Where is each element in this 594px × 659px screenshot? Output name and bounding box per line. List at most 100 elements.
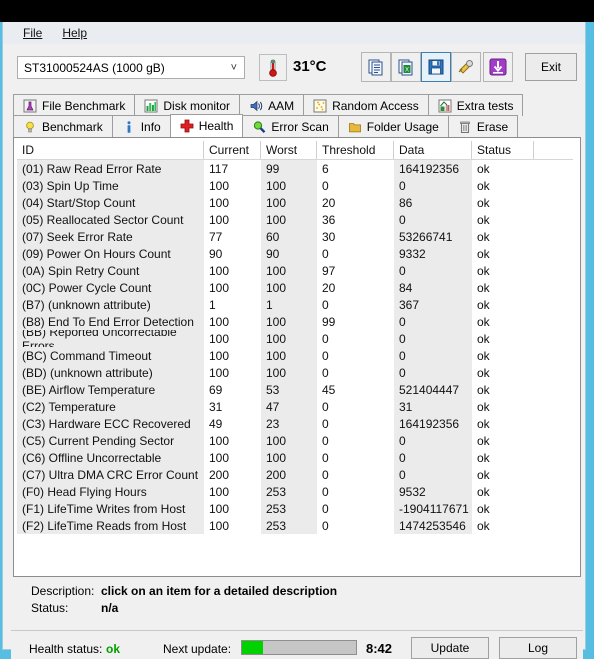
smart-attributes-grid[interactable]: ID Current Worst Threshold Data Status (… bbox=[17, 141, 573, 573]
save-icon bbox=[428, 59, 444, 75]
table-row[interactable]: (C5) Current Pending Sector 100 100 0 0 ok bbox=[17, 432, 573, 449]
table-cell-data: 164192356 bbox=[394, 415, 472, 432]
description-value: click on an item for a detailed descript… bbox=[101, 584, 338, 598]
tab-disk-monitor[interactable]: Disk monitor bbox=[134, 94, 241, 116]
tab-erase[interactable]: Erase bbox=[447, 115, 519, 137]
table-cell-id: (05) Reallocated Sector Count bbox=[17, 211, 204, 228]
table-row[interactable]: (BE) Airflow Temperature 69 53 45 521404447 o… bbox=[17, 381, 573, 398]
table-cell-status: ok bbox=[472, 313, 534, 330]
table-cell-current: 100 bbox=[204, 483, 261, 500]
export-excel-button[interactable]: X bbox=[391, 52, 421, 82]
table-row[interactable]: (0C) Power Cycle Count 100 100 20 84 ok bbox=[17, 279, 573, 296]
tab-info[interactable]: Info bbox=[111, 115, 171, 137]
exit-button[interactable]: Exit bbox=[525, 53, 577, 81]
copy-report-button[interactable] bbox=[361, 52, 391, 82]
table-row[interactable]: (09) Power On Hours Count 90 90 0 9332 ok bbox=[17, 245, 573, 262]
table-row[interactable]: (05) Reallocated Sector Count 100 100 36 0 ok bbox=[17, 211, 573, 228]
table-cell-status: ok bbox=[472, 466, 534, 483]
column-header-data[interactable]: Data bbox=[394, 141, 472, 159]
column-header-worst[interactable]: Worst bbox=[261, 141, 317, 159]
tab-label: AAM bbox=[268, 98, 295, 113]
table-cell-worst: 253 bbox=[261, 500, 317, 517]
tab-benchmark[interactable]: Benchmark bbox=[13, 115, 113, 137]
menu-help[interactable]: Help bbox=[52, 24, 97, 42]
table-row[interactable]: (C2) Temperature 31 47 0 31 ok bbox=[17, 398, 573, 415]
grid-vertical-scrollbar[interactable] bbox=[571, 141, 573, 573]
menu-file-label: File bbox=[23, 26, 43, 40]
description-label: Description: bbox=[31, 584, 95, 598]
menu-bar: File Help bbox=[3, 22, 585, 44]
chart-grid-icon bbox=[438, 99, 452, 112]
tab-bar: File Benchmark Disk monitor AAM Random A… bbox=[13, 94, 581, 138]
table-row[interactable]: (F1) LifeTime Writes from Host 100 253 0 -19… bbox=[17, 500, 573, 517]
table-row[interactable]: (C7) Ultra DMA CRC Error Count 200 200 0 0 ok bbox=[17, 466, 573, 483]
table-row[interactable]: (F0) Head Flying Hours 100 253 0 9532 ok bbox=[17, 483, 573, 500]
log-button[interactable]: Log bbox=[499, 637, 577, 659]
table-cell-current: 69 bbox=[204, 381, 261, 398]
table-cell-data: 0 bbox=[394, 330, 472, 347]
table-cell-id: (09) Power On Hours Count bbox=[17, 245, 204, 262]
table-row[interactable]: (BB) Reported Uncorrectable Errors 100 100… bbox=[17, 330, 573, 347]
table-cell-status: ok bbox=[472, 194, 534, 211]
table-cell-threshold: 0 bbox=[317, 398, 394, 415]
next-update-progressbar bbox=[241, 640, 357, 655]
table-row[interactable]: (BC) Command Timeout 100 100 0 0 ok bbox=[17, 347, 573, 364]
table-row[interactable]: (04) Start/Stop Count 100 100 20 86 ok bbox=[17, 194, 573, 211]
table-cell-status: ok bbox=[472, 160, 534, 177]
download-button[interactable] bbox=[483, 52, 513, 82]
table-cell-worst: 100 bbox=[261, 432, 317, 449]
grid-header-row: ID Current Worst Threshold Data Status bbox=[17, 141, 573, 160]
table-row[interactable]: (B8) End To End Error Detection 100 100 99 0… bbox=[17, 313, 573, 330]
tab-folder-usage[interactable]: Folder Usage bbox=[337, 115, 449, 137]
table-cell-current: 77 bbox=[204, 228, 261, 245]
tab-error-scan[interactable]: Error Scan bbox=[242, 115, 339, 137]
table-cell-worst: 100 bbox=[261, 211, 317, 228]
table-cell-worst: 99 bbox=[261, 160, 317, 177]
table-cell-worst: 1 bbox=[261, 296, 317, 313]
table-cell-data: 164192356 bbox=[394, 160, 472, 177]
next-update-time: 8:42 bbox=[366, 641, 393, 656]
table-row[interactable]: (01) Raw Read Error Rate 117 99 6 164192356 o… bbox=[17, 160, 573, 177]
table-row[interactable]: (F2) LifeTime Reads from Host 100 253 0 1474… bbox=[17, 517, 573, 534]
tab-file-benchmark[interactable]: File Benchmark bbox=[13, 94, 136, 116]
table-row[interactable]: (0A) Spin Retry Count 100 100 97 0 ok bbox=[17, 262, 573, 279]
table-cell-threshold: 20 bbox=[317, 194, 394, 211]
temperature-button[interactable] bbox=[259, 54, 287, 81]
table-cell-data: 367 bbox=[394, 296, 472, 313]
table-row[interactable]: (B7) (unknown attribute) 1 1 0 367 ok bbox=[17, 296, 573, 313]
folder-icon bbox=[348, 122, 361, 132]
table-row[interactable]: (03) Spin Up Time 100 100 0 0 ok bbox=[17, 177, 573, 194]
log-button-label: Log bbox=[527, 641, 549, 655]
menu-file[interactable]: File bbox=[13, 24, 52, 42]
drive-select-value: ST31000524AS (1000 gB) bbox=[24, 60, 165, 75]
column-header-id[interactable]: ID bbox=[17, 141, 204, 159]
column-header-threshold[interactable]: Threshold bbox=[317, 141, 394, 159]
tab-aam[interactable]: AAM bbox=[239, 94, 305, 116]
tab-health[interactable]: Health bbox=[169, 114, 244, 137]
table-row[interactable]: (C6) Offline Uncorrectable 100 100 0 0 ok bbox=[17, 449, 573, 466]
table-cell-worst: 253 bbox=[261, 517, 317, 534]
description-row: Description: click on an item for a deta… bbox=[31, 584, 337, 598]
column-header-status[interactable]: Status bbox=[472, 141, 534, 159]
table-cell-id: (F2) LifeTime Reads from Host bbox=[17, 517, 204, 534]
table-cell-data: 53266741 bbox=[394, 228, 472, 245]
table-row[interactable]: (BD) (unknown attribute) 100 100 0 0 ok bbox=[17, 364, 573, 381]
table-cell-status: ok bbox=[472, 245, 534, 262]
save-button[interactable] bbox=[421, 52, 451, 82]
table-cell-status: ok bbox=[472, 279, 534, 296]
tab-random-access[interactable]: Random Access bbox=[303, 94, 429, 116]
tab-label: Folder Usage bbox=[366, 119, 439, 134]
status-row: Status: n/a bbox=[31, 601, 118, 615]
table-row[interactable]: (C3) Hardware ECC Recovered 49 23 0 16419235… bbox=[17, 415, 573, 432]
scatter-icon bbox=[313, 99, 327, 112]
tab-label: Disk monitor bbox=[163, 98, 231, 113]
tab-extra-tests[interactable]: Extra tests bbox=[427, 94, 524, 116]
tools-button[interactable] bbox=[451, 52, 481, 82]
table-cell-data: 0 bbox=[394, 466, 472, 483]
update-button[interactable]: Update bbox=[411, 637, 489, 659]
tab-label: Error Scan bbox=[271, 119, 329, 134]
column-header-current[interactable]: Current bbox=[204, 141, 261, 159]
table-row[interactable]: (07) Seek Error Rate 77 60 30 53266741 ok bbox=[17, 228, 573, 245]
smart-attributes-panel: ID Current Worst Threshold Data Status (… bbox=[13, 137, 581, 577]
drive-select[interactable]: ST31000524AS (1000 gB) ˅ bbox=[17, 56, 245, 79]
